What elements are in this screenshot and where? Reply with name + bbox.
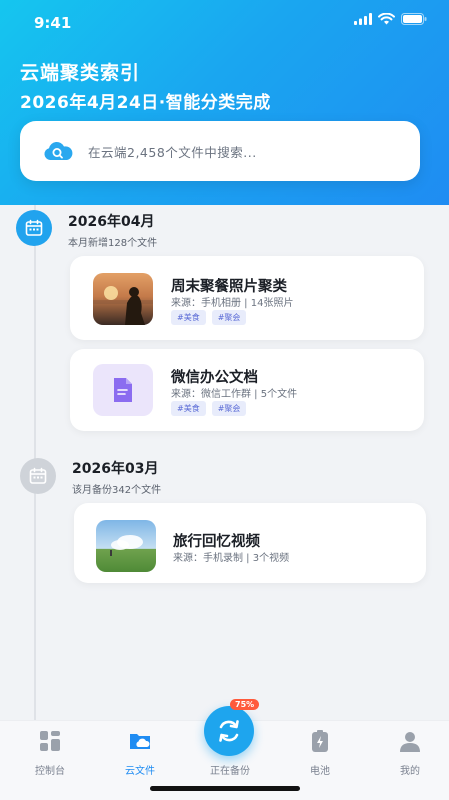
tab-backup[interactable]: 正在备份 <box>200 757 260 777</box>
month-title: 2026年04月 <box>68 214 155 230</box>
tag-list: #美食 #聚会 <box>171 310 247 325</box>
tab-dashboard[interactable]: 控制台 <box>20 729 80 777</box>
backup-sync-button[interactable] <box>204 706 254 756</box>
battery-icon <box>312 730 328 752</box>
cloud-folder-icon <box>130 734 150 749</box>
landscape-photo-thumbnail <box>96 520 156 572</box>
search-bar[interactable]: 在云端2,458个文件中搜索... <box>20 121 420 181</box>
tab-battery[interactable]: 电池 <box>290 729 350 777</box>
tag[interactable]: #聚会 <box>211 310 247 325</box>
tab-label: 正在备份 <box>210 766 250 777</box>
card-title: 周末聚餐照片聚类 <box>171 279 287 295</box>
month-title: 2026年03月 <box>72 461 159 477</box>
document-icon <box>114 378 132 402</box>
month-subtitle: 该月备份342个文件 <box>72 485 162 496</box>
tab-label: 我的 <box>400 766 420 777</box>
dashboard-icon <box>40 731 60 751</box>
month-subtitle: 本月新增128个文件 <box>68 238 158 249</box>
cloud-search-icon <box>44 141 73 160</box>
signal-icon <box>354 13 372 25</box>
tag-list: #美食 #聚会 <box>171 401 247 416</box>
tag[interactable]: #美食 <box>171 310 206 325</box>
status-bar: 9:41 <box>0 0 449 44</box>
card-title: 微信办公文档 <box>171 370 258 386</box>
cluster-card[interactable]: 周末聚餐照片聚类 来源：手机相册 | 14张照片 #美食 #聚会 <box>70 256 424 340</box>
card-meta: 来源：手机录制 | 3个视频 <box>173 553 290 564</box>
sunset-photo-thumbnail <box>93 273 153 325</box>
tab-label: 控制台 <box>35 766 65 777</box>
card-title: 旅行回忆视频 <box>173 534 260 550</box>
search-input[interactable]: 在云端2,458个文件中搜索... <box>88 142 257 161</box>
cluster-card[interactable]: 微信办公文档 来源：微信工作群 | 5个文件 #美食 #聚会 <box>70 349 424 431</box>
calendar-icon <box>20 458 56 494</box>
tab-label: 云文件 <box>125 766 155 777</box>
tab-cloud-files[interactable]: 云文件 <box>110 729 170 777</box>
home-indicator <box>150 786 300 791</box>
tag[interactable]: #美食 <box>171 401 206 416</box>
tab-label: 电池 <box>310 766 330 777</box>
tag[interactable]: #聚会 <box>211 401 247 416</box>
status-time: 9:41 <box>34 14 72 32</box>
calendar-icon <box>16 210 52 246</box>
user-icon <box>400 732 420 752</box>
sync-icon <box>219 720 239 742</box>
tab-profile[interactable]: 我的 <box>380 729 440 777</box>
card-meta: 来源：微信工作群 | 5个文件 <box>171 389 298 400</box>
document-thumbnail <box>93 364 153 416</box>
card-meta: 来源：手机相册 | 14张照片 <box>171 298 294 309</box>
page-title: 云端聚类索引 <box>20 62 141 84</box>
cluster-card[interactable]: 旅行回忆视频 来源：手机录制 | 3个视频 <box>74 503 426 583</box>
battery-status-icon <box>401 13 427 25</box>
status-icons <box>354 13 427 25</box>
wifi-icon <box>378 13 395 25</box>
backup-progress-badge: 75% <box>230 699 260 710</box>
page-subtitle: 2026年4月24日·智能分类完成 <box>20 93 271 113</box>
